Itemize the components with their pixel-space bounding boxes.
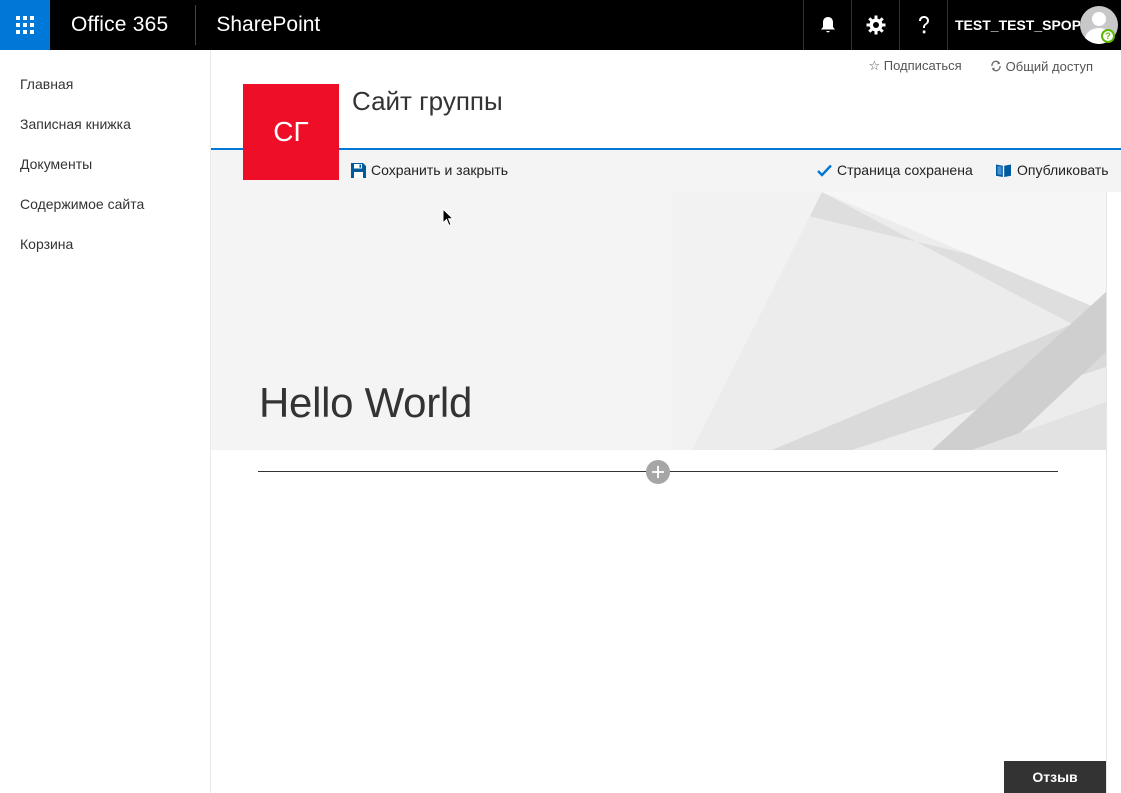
gear-icon [866,15,885,35]
office-365-brand[interactable]: Office 365 [71,13,168,37]
hero-banner[interactable]: Hello World [211,192,1106,450]
share-icon [991,60,1001,72]
app-name[interactable]: SharePoint [216,13,320,37]
floppy-disk-icon [351,162,366,178]
nav-item-home[interactable]: Главная [0,74,210,114]
follow-button[interactable]: ☆ Подписаться [869,58,962,74]
open-book-icon [996,164,1011,177]
notifications-button[interactable] [803,0,851,50]
waffle-icon [16,16,34,34]
presence-status-icon: ? [1101,29,1115,43]
bell-icon [820,17,835,33]
site-logo[interactable]: СГ [243,84,339,180]
page-saved-status: Страница сохранена [817,162,973,178]
hero-background-art [672,192,1106,450]
mouse-pointer-icon [442,208,454,227]
question-mark-icon [918,16,929,34]
feedback-button[interactable]: Отзыв [1004,761,1106,793]
plus-icon [652,466,664,478]
content-right-border [1106,192,1107,793]
command-bar: Сохранить и закрыть Страница сохранена О… [211,150,1121,192]
suite-bar: Office 365 SharePoint TEST_TEST_SPOP... [0,0,1121,50]
feedback-label: Отзыв [1032,769,1078,785]
share-button[interactable]: Общий доступ [990,58,1093,74]
nav-item-documents[interactable]: Документы [0,154,210,194]
share-label: Общий доступ [1005,58,1093,74]
nav-item-recycle-bin[interactable]: Корзина [0,234,210,274]
save-and-close-label: Сохранить и закрыть [371,162,509,178]
page-saved-label: Страница сохранена [837,162,973,178]
site-actions: ☆ Подписаться Общий доступ [869,58,1094,74]
follow-label: ☆ Подписаться [868,58,962,73]
user-name[interactable]: TEST_TEST_SPOP... [947,0,1080,50]
publish-button[interactable]: Опубликовать [995,162,1109,178]
avatar-head-shape [1092,12,1106,26]
publish-label: Опубликовать [1017,162,1109,178]
help-button[interactable] [899,0,947,50]
nav-item-notebook[interactable]: Записная книжка [0,114,210,154]
add-webpart-button[interactable] [646,460,670,484]
site-title[interactable]: Сайт группы [352,86,503,117]
app-launcher-button[interactable] [0,0,50,50]
save-and-close-button[interactable]: Сохранить и закрыть [351,162,508,178]
settings-button[interactable] [851,0,899,50]
site-logo-text: СГ [273,116,309,147]
suite-divider [195,5,197,45]
checkmark-icon [817,164,832,177]
left-navigation: Главная Записная книжка Документы Содерж… [0,50,211,793]
hero-title[interactable]: Hello World [259,379,472,427]
nav-item-site-contents[interactable]: Содержимое сайта [0,194,210,234]
